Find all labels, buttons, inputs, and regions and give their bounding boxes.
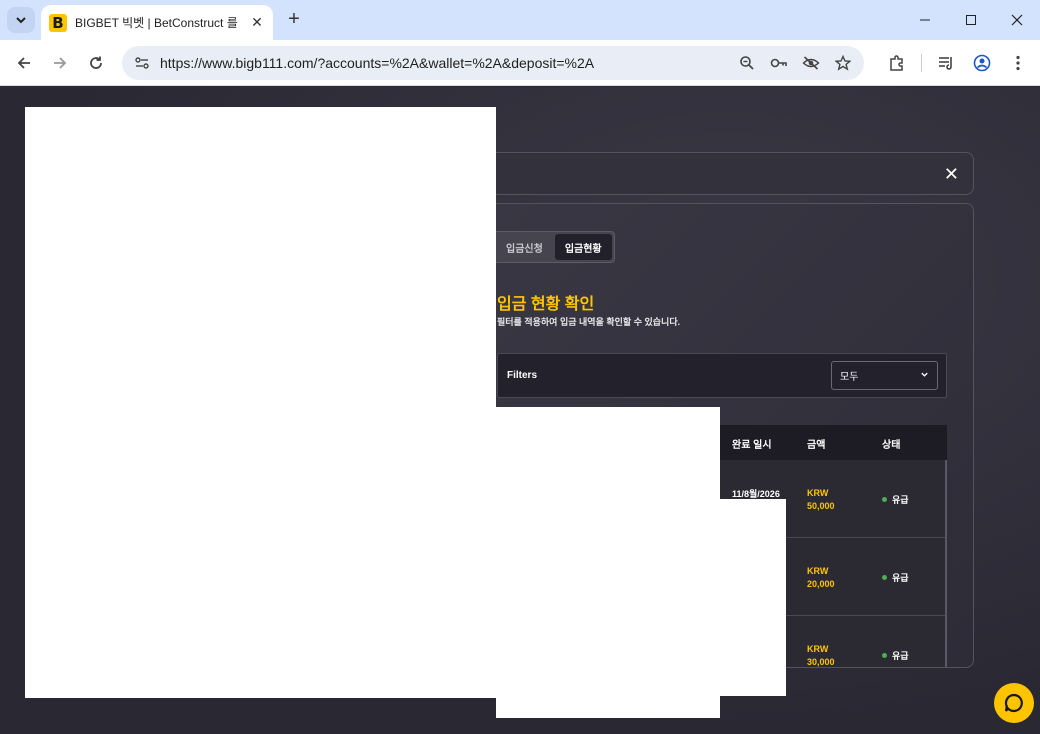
status-text: 유급 xyxy=(892,495,909,505)
redacted-block xyxy=(496,407,720,718)
page-title: 입금 현황 확인 xyxy=(497,296,595,313)
browser-toolbar: https://www.bigb111.com/?accounts=%2A&wa… xyxy=(0,40,1040,86)
live-chat-button[interactable] xyxy=(994,683,1034,723)
status-filter-value: 모두 xyxy=(840,372,859,383)
media-controls-icon[interactable] xyxy=(934,51,958,75)
status-dot-icon xyxy=(882,653,887,658)
url-text[interactable]: https://www.bigb111.com/?accounts=%2A&wa… xyxy=(160,55,594,71)
column-completed-at: 완료 일시 xyxy=(732,440,772,451)
status-filter-select[interactable]: 모두 xyxy=(831,361,938,390)
close-icon[interactable]: ✕ xyxy=(944,165,959,183)
modal-header-bar: ✕ xyxy=(420,152,974,195)
site-settings-icon[interactable] xyxy=(132,53,152,73)
amount-value: 20,000 xyxy=(807,579,835,589)
tab-close-icon[interactable]: ✕ xyxy=(249,14,265,31)
table-scrollbar[interactable] xyxy=(945,460,947,667)
redacted-block xyxy=(720,499,786,696)
filters-label: Filters xyxy=(507,370,538,381)
password-key-icon[interactable] xyxy=(768,52,790,74)
reload-icon[interactable] xyxy=(84,51,108,75)
eye-off-icon[interactable] xyxy=(800,52,822,74)
cell-amount: KRW 30,000 xyxy=(807,643,835,667)
cell-status: 유급 xyxy=(882,571,909,584)
tab-title: BIGBET 빅벳 | BetConstruct 를 xyxy=(75,16,238,30)
extensions-puzzle-icon[interactable] xyxy=(885,51,909,75)
bigbet-favicon-icon: B xyxy=(49,13,67,32)
amount-currency: KRW xyxy=(807,566,829,576)
profile-avatar-icon[interactable] xyxy=(970,51,994,75)
amount-value: 30,000 xyxy=(807,657,835,667)
zoom-icon[interactable] xyxy=(736,52,758,74)
tab-deposit-status[interactable]: 입금현황 xyxy=(554,234,612,260)
deposit-tabs: 입금신청 입금현황 xyxy=(493,231,615,263)
status-text: 유급 xyxy=(892,573,909,583)
new-tab-plus-icon[interactable]: + xyxy=(283,8,305,31)
bookmark-star-icon[interactable] xyxy=(832,52,854,74)
column-amount: 금액 xyxy=(807,440,826,451)
column-status: 상태 xyxy=(882,440,901,451)
page-subtitle: 필터를 적용하여 입금 내역을 확인할 수 있습니다. xyxy=(497,317,681,327)
cell-status: 유급 xyxy=(882,649,909,662)
status-dot-icon xyxy=(882,497,887,502)
more-menu-icon[interactable] xyxy=(1006,51,1030,75)
chat-bubble-icon xyxy=(1004,693,1023,713)
toolbar-divider xyxy=(921,54,922,72)
forward-arrow-icon[interactable] xyxy=(48,51,72,75)
close-window-button[interactable] xyxy=(994,0,1040,40)
redacted-block xyxy=(25,107,496,698)
address-bar[interactable]: https://www.bigb111.com/?accounts=%2A&wa… xyxy=(122,46,864,80)
filters-bar: Filters 모두 xyxy=(497,353,947,398)
tab-deposit-request[interactable]: 입금신청 xyxy=(496,234,553,260)
cell-amount: KRW 50,000 xyxy=(807,487,835,513)
tab-search-chevron-icon[interactable] xyxy=(7,7,35,33)
minimize-button[interactable] xyxy=(902,0,948,40)
back-arrow-icon[interactable] xyxy=(12,51,36,75)
amount-currency: KRW xyxy=(807,488,829,498)
chevron-down-icon xyxy=(920,370,929,381)
status-dot-icon xyxy=(882,575,887,580)
cell-amount: KRW 20,000 xyxy=(807,565,835,591)
maximize-button[interactable] xyxy=(948,0,994,40)
browser-tab[interactable]: B BIGBET 빅벳 | BetConstruct 를 ✕ xyxy=(41,5,273,40)
amount-value: 50,000 xyxy=(807,501,835,511)
status-text: 유급 xyxy=(892,651,909,661)
cell-status: 유급 xyxy=(882,493,909,506)
browser-tabbar: B BIGBET 빅벳 | BetConstruct 를 ✕ + xyxy=(0,0,1040,40)
amount-currency: KRW xyxy=(807,644,829,654)
